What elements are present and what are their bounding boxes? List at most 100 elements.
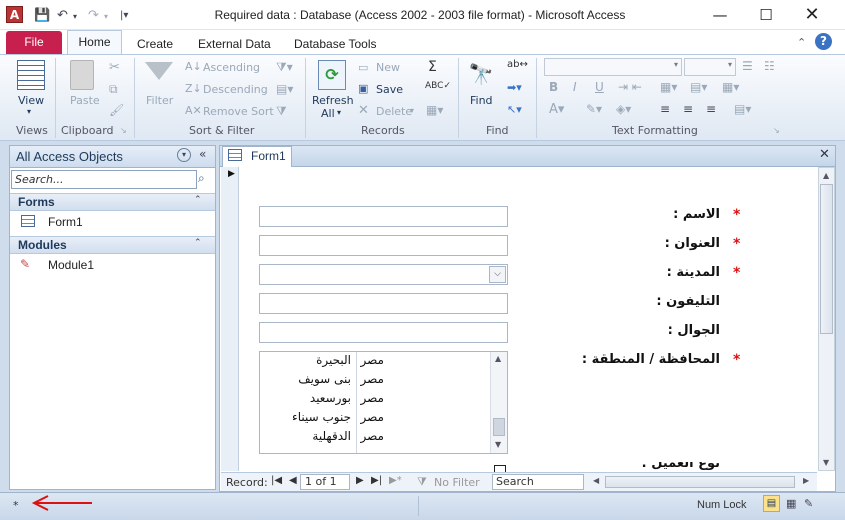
- close-button[interactable]: ✕: [789, 0, 835, 30]
- form-vertical-scrollbar[interactable]: ▲ ▼: [818, 167, 835, 471]
- ascending-icon[interactable]: A↓: [185, 60, 202, 73]
- name-field[interactable]: [259, 206, 508, 227]
- refresh-all-button[interactable]: Refresh: [312, 94, 354, 107]
- indent-icon[interactable]: ⇥ ⇤: [618, 80, 642, 94]
- font-size-dropdown-icon[interactable]: ▾: [728, 60, 732, 69]
- align-center-icon[interactable]: ≡: [683, 102, 693, 116]
- goto-icon[interactable]: ➡▾: [507, 81, 522, 94]
- nav-item-form1[interactable]: Form1: [48, 215, 83, 229]
- collapse-modules-icon[interactable]: ⌃: [194, 238, 202, 248]
- remove-sort-button[interactable]: Remove Sort: [203, 105, 274, 118]
- remove-sort-icon[interactable]: A✕: [185, 104, 202, 117]
- alternate-row-color-icon[interactable]: ▦▾: [660, 80, 677, 94]
- replace-icon[interactable]: ab↔: [507, 59, 528, 70]
- no-filter-indicator[interactable]: No Filter: [434, 476, 480, 489]
- record-position-input[interactable]: 1 of 1: [300, 474, 350, 490]
- view-dropdown-icon[interactable]: ▾: [27, 107, 31, 116]
- filter-icon[interactable]: [145, 62, 173, 80]
- numbering-icon[interactable]: ☷: [764, 59, 775, 73]
- totals-icon[interactable]: Σ: [428, 59, 437, 75]
- advanced-filter-icon[interactable]: ▤▾: [276, 82, 293, 96]
- text-formatting-launcher-icon[interactable]: ↘: [773, 126, 780, 135]
- font-name-combo[interactable]: ▾: [544, 58, 682, 76]
- refresh-all-label[interactable]: All: [321, 107, 335, 120]
- italic-button[interactable]: I: [573, 80, 577, 94]
- toggle-filter-icon[interactable]: ⧩: [276, 104, 287, 119]
- font-color-icon[interactable]: A▾: [549, 102, 564, 117]
- cut-icon[interactable]: ✂: [109, 60, 120, 75]
- align-right-icon[interactable]: ≡: [706, 102, 716, 116]
- find-button[interactable]: Find: [470, 94, 493, 107]
- list-cell-country[interactable]: مصر: [358, 391, 384, 410]
- list-cell-country[interactable]: مصر: [358, 372, 384, 391]
- redo-icon[interactable]: ↷: [88, 8, 99, 23]
- list-scroll-down-icon[interactable]: ▼: [495, 440, 501, 449]
- view-button[interactable]: View: [18, 94, 44, 107]
- list-scroll-up-icon[interactable]: ▲: [495, 354, 501, 363]
- list-cell-gov[interactable]: الدقهلية: [261, 429, 351, 448]
- clipboard-launcher-icon[interactable]: ↘: [120, 126, 127, 135]
- previous-record-icon[interactable]: ◀: [289, 475, 297, 486]
- first-record-icon[interactable]: |◀: [271, 475, 282, 486]
- collapse-forms-icon[interactable]: ⌃: [194, 195, 202, 205]
- address-field[interactable]: [259, 235, 508, 256]
- horizontal-scroll-thumb[interactable]: [605, 476, 795, 488]
- form-view-icon[interactable]: ▤: [763, 495, 780, 512]
- phone-field[interactable]: [259, 293, 508, 314]
- new-record-icon[interactable]: ▭: [358, 61, 368, 74]
- list-scrollbar[interactable]: ▲ ▼: [490, 352, 507, 453]
- binoculars-icon[interactable]: 🔭: [468, 62, 494, 86]
- minimize-ribbon-icon[interactable]: ⌃: [797, 36, 806, 49]
- descending-icon[interactable]: Z↓: [185, 82, 202, 95]
- city-combo[interactable]: ⌵: [259, 264, 508, 285]
- tab-file[interactable]: File: [6, 31, 62, 54]
- list-cell-country[interactable]: مصر: [358, 410, 384, 429]
- list-cell-gov[interactable]: جنوب سيناء: [261, 410, 351, 429]
- more-formatting-icon[interactable]: ▤▾: [734, 102, 751, 116]
- gridlines-icon[interactable]: ▤▾: [690, 80, 707, 94]
- partial-control[interactable]: [494, 465, 506, 472]
- customize-qat-icon[interactable]: |▾: [120, 10, 128, 21]
- list-cell-gov[interactable]: البحيرة: [261, 353, 351, 372]
- access-app-icon[interactable]: A: [6, 6, 23, 23]
- list-cell-gov[interactable]: بنى سويف: [261, 372, 351, 391]
- record-selector[interactable]: ▶: [221, 167, 239, 471]
- list-cell-country[interactable]: مصر: [358, 353, 384, 372]
- tab-create[interactable]: Create: [127, 34, 183, 54]
- list-cell-country[interactable]: مصر: [358, 429, 384, 448]
- ascending-button[interactable]: Ascending: [203, 61, 260, 74]
- refresh-dropdown-icon[interactable]: ▾: [337, 108, 341, 117]
- scroll-down-icon[interactable]: ▼: [823, 458, 829, 467]
- record-search-input[interactable]: Search: [492, 474, 584, 490]
- undo-icon[interactable]: ↶: [57, 8, 68, 23]
- underline-button[interactable]: U: [595, 80, 604, 94]
- fill-color-icon[interactable]: ◈▾: [616, 102, 631, 116]
- design-view-icon[interactable]: ✎: [804, 497, 813, 510]
- nav-item-module1[interactable]: Module1: [48, 258, 94, 272]
- gridlines-more-icon[interactable]: ▦▾: [722, 80, 739, 94]
- highlight-icon[interactable]: ✎▾: [586, 102, 602, 116]
- view-icon[interactable]: [17, 60, 45, 90]
- bold-button[interactable]: B: [549, 80, 558, 94]
- tab-home[interactable]: Home: [67, 30, 122, 55]
- copy-icon[interactable]: ⧉: [109, 82, 118, 97]
- format-painter-icon[interactable]: 🖌: [109, 103, 124, 117]
- paste-icon[interactable]: [70, 60, 94, 90]
- redo-dropdown-icon[interactable]: ▾: [104, 12, 108, 21]
- new-record-button[interactable]: New: [376, 61, 400, 74]
- undo-dropdown-icon[interactable]: ▾: [73, 12, 77, 21]
- shutter-bar-close-icon[interactable]: «: [199, 147, 206, 161]
- new-record-nav-icon[interactable]: ▶*: [389, 475, 402, 486]
- list-scroll-thumb[interactable]: [493, 418, 505, 436]
- help-icon[interactable]: ?: [815, 33, 832, 50]
- hscroll-right-icon[interactable]: ▶: [803, 476, 809, 485]
- more-records-icon[interactable]: ▦▾: [426, 103, 443, 117]
- list-cell-gov[interactable]: بورسعيد: [261, 391, 351, 410]
- maximize-button[interactable]: ☐: [743, 0, 789, 30]
- minimize-button[interactable]: —: [697, 0, 743, 30]
- tab-external-data[interactable]: External Data: [188, 34, 281, 54]
- nav-group-forms[interactable]: Forms: [10, 193, 215, 211]
- hscroll-left-icon[interactable]: ◀: [593, 476, 599, 485]
- delete-icon[interactable]: ✕: [358, 103, 369, 118]
- descending-button[interactable]: Descending: [203, 83, 268, 96]
